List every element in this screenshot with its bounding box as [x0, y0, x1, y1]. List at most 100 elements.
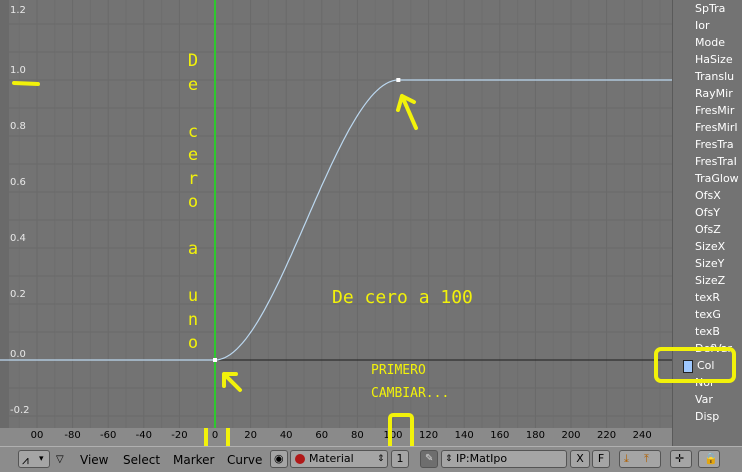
- menu-marker[interactable]: Marker: [173, 451, 214, 469]
- x-axis-label: -40: [135, 430, 152, 441]
- lock-button[interactable]: 🔒: [698, 450, 720, 468]
- channel-ofsx[interactable]: OfsX: [695, 188, 721, 204]
- channel-label: Translu: [695, 70, 735, 83]
- paste-up-icon: ⤒: [644, 452, 649, 465]
- channel-frestra[interactable]: FresTra: [695, 137, 734, 153]
- updown-arrows-icon: ⇕: [377, 454, 385, 464]
- menu-view[interactable]: View: [80, 451, 108, 469]
- x-axis-label: 200: [561, 430, 581, 441]
- channel-ofsz[interactable]: OfsZ: [695, 222, 721, 238]
- menu-curve[interactable]: Curve: [227, 451, 262, 469]
- channel-label: texR: [695, 291, 721, 304]
- block-number-field[interactable]: 1: [391, 450, 409, 468]
- lock-icon: 🔒: [704, 452, 718, 465]
- channel-texg[interactable]: texG: [695, 307, 721, 323]
- channel-sptra[interactable]: SpTra: [695, 1, 725, 17]
- ipo-name-label: IP:MatIpo: [456, 452, 508, 465]
- ipo-browse-field[interactable]: ⇕ IP:MatIpo: [441, 450, 567, 468]
- channel-label: TraGlow: [695, 172, 739, 185]
- channel-label: FresTraI: [695, 155, 737, 168]
- channel-fresmiri[interactable]: FresMirI: [695, 120, 738, 136]
- annotation-note-line1: PRIMERO: [371, 363, 426, 378]
- channel-mode[interactable]: Mode: [695, 35, 725, 51]
- ipo-editor-icon: ⩘: [22, 453, 29, 467]
- x-axis-label: 60: [315, 430, 329, 441]
- y-axis-label: 0.4: [10, 233, 26, 244]
- collapse-menu-icon[interactable]: ▽: [56, 451, 64, 469]
- annotation-letter: [183, 215, 203, 239]
- annotation-letter: c: [187, 121, 199, 142]
- annotation-letter: [183, 97, 203, 121]
- channel-label: OfsY: [695, 206, 720, 219]
- channel-label: Disp: [695, 410, 720, 423]
- channel-label: SizeX: [695, 240, 726, 253]
- x-axis-label: 20: [244, 430, 257, 441]
- ipo-header-bar: ⩘ ▾ ▽ View Select Marker Curve ◉ Materia…: [0, 446, 742, 472]
- channel-label: SizeY: [695, 257, 725, 270]
- keyframe-point-end: [396, 78, 401, 82]
- channel-defvar[interactable]: DefVar: [695, 341, 732, 357]
- channel-translu[interactable]: Translu: [695, 69, 734, 85]
- x-axis-label: 180: [525, 430, 545, 441]
- channel-ofsy[interactable]: OfsY: [695, 205, 720, 221]
- x-axis-label: 00: [30, 430, 44, 441]
- annotation-letter: [183, 262, 203, 286]
- channel-nor[interactable]: Nor: [695, 375, 714, 391]
- channel-label: HaSize: [695, 53, 733, 66]
- channel-sizey[interactable]: SizeY: [695, 256, 724, 272]
- channel-texb[interactable]: texB: [695, 324, 720, 340]
- view-all-button[interactable]: ✛: [670, 450, 692, 468]
- channel-fresmir[interactable]: FresMir: [695, 103, 734, 119]
- left-ruler-band: [0, 0, 9, 428]
- channel-label: FresMir: [695, 104, 735, 117]
- fake-user-button[interactable]: F: [592, 450, 610, 468]
- annotation-vertical-text: Deceroauno: [183, 50, 203, 356]
- menu-select[interactable]: Select: [123, 451, 160, 469]
- channel-label: SizeZ: [695, 274, 726, 287]
- channel-frestrai[interactable]: FresTraI: [695, 154, 737, 170]
- channel-traglow[interactable]: TraGlow: [695, 171, 739, 187]
- keyframe-point-start: [213, 358, 217, 362]
- y-axis-label: 0.8: [10, 121, 26, 132]
- channel-label: Col: [697, 359, 715, 372]
- annotation-note-line2: CAMBIAR...: [371, 386, 450, 401]
- channel-hasize[interactable]: HaSize: [695, 52, 733, 68]
- y-axis-label: 0.0: [10, 349, 26, 360]
- annotation-letter: n: [187, 309, 199, 330]
- channel-disp[interactable]: Disp: [695, 409, 719, 425]
- channel-var[interactable]: Var: [695, 392, 713, 408]
- editor-type-button[interactable]: ⩘ ▾: [18, 450, 50, 468]
- y-axis-label: 0.2: [10, 289, 26, 300]
- eye-icon: ◉: [274, 452, 284, 465]
- channel-sizex[interactable]: SizeX: [695, 239, 725, 255]
- channel-ior[interactable]: Ior: [695, 18, 710, 34]
- channel-col[interactable]: Col: [683, 358, 733, 374]
- ipo-channel-list: SpTra Ior Mode HaSize Translu RayMir FresMir Fr…: [672, 0, 742, 446]
- channel-label: OfsX: [695, 189, 721, 202]
- updown-arrows-icon: ⇕: [445, 454, 453, 464]
- pin-toggle[interactable]: ✎: [420, 450, 438, 468]
- x-axis-label: 100: [383, 430, 403, 441]
- channel-label: RayMir: [695, 87, 733, 100]
- graph-canvas[interactable]: [0, 0, 672, 446]
- channel-texr[interactable]: texR: [695, 290, 720, 306]
- x-axis-label: 0: [211, 430, 219, 441]
- annotation-letter: o: [187, 333, 199, 353]
- channel-label: Nor: [695, 376, 715, 389]
- channel-color-swatch[interactable]: [683, 359, 693, 373]
- ipo-curve-graph[interactable]: 1.2 1.0 0.8 0.6 0.4 0.2 0.0 -0.2 00 -80 -60 -40 -20…: [0, 0, 672, 446]
- channel-raymir[interactable]: RayMir: [695, 86, 733, 102]
- annotation-letter: o: [187, 192, 199, 212]
- y-axis-label: 0.6: [10, 177, 26, 188]
- copy-paste-buttons[interactable]: ⤓ ⤒: [619, 450, 661, 468]
- channel-sizez[interactable]: SizeZ: [695, 273, 725, 289]
- clear-ipo-button[interactable]: X: [570, 450, 590, 468]
- channel-label: Ior: [695, 19, 710, 32]
- channel-label: texB: [695, 325, 720, 338]
- block-type-select[interactable]: Material ⇕: [290, 450, 388, 468]
- y-axis-label: 1.2: [10, 5, 26, 16]
- eye-visibility-toggle[interactable]: ◉: [270, 450, 288, 468]
- annotation-letter: r: [187, 168, 199, 189]
- channel-label: OfsZ: [695, 223, 721, 236]
- annotation-letter: e: [187, 145, 199, 165]
